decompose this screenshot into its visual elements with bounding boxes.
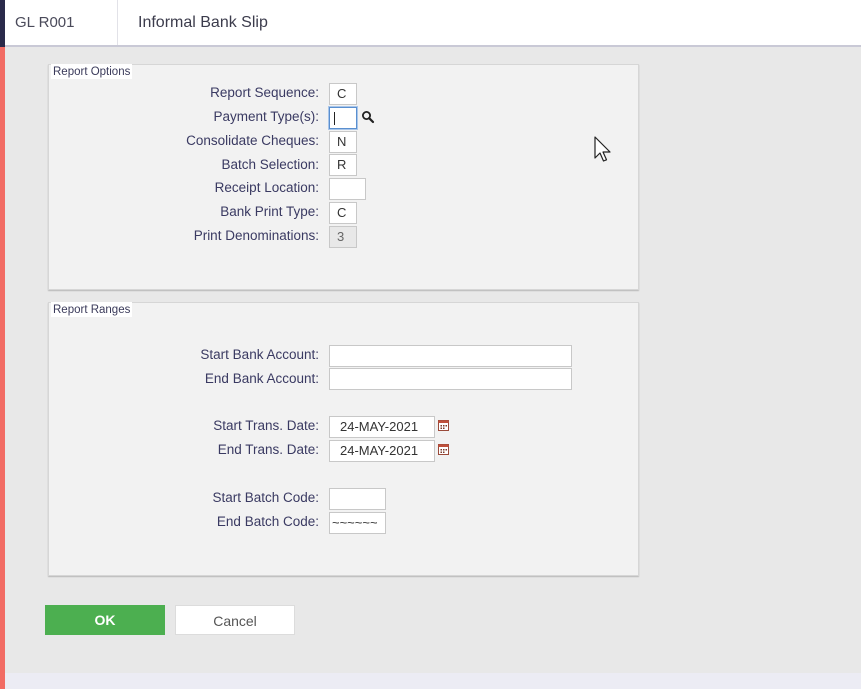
start-bank-account-field[interactable] — [329, 345, 572, 367]
report-options-title: Report Options — [51, 64, 133, 79]
calendar-icon[interactable] — [438, 420, 449, 431]
text-caret — [334, 112, 335, 125]
header-bar: GL R001 Informal Bank Slip — [5, 0, 861, 47]
ok-button[interactable]: OK — [45, 605, 165, 635]
left-accent-bar — [0, 0, 5, 689]
report-ranges-panel: Report Ranges Start Bank Account: End Ba… — [48, 302, 639, 576]
report-sequence-label: Report Sequence: — [210, 85, 319, 100]
end-bank-account-label: End Bank Account: — [204, 371, 319, 386]
batch-selection-label: Batch Selection: — [221, 157, 319, 172]
consolidate-cheques-label: Consolidate Cheques: — [186, 133, 319, 148]
consolidate-cheques-field[interactable]: N — [329, 131, 357, 153]
print-denominations-label: Print Denominations: — [193, 228, 319, 243]
bank-print-type-label: Bank Print Type: — [220, 204, 319, 219]
batch-selection-field[interactable]: R — [329, 154, 357, 176]
end-batch-code-label: End Batch Code: — [216, 514, 319, 529]
mouse-pointer-icon — [594, 136, 611, 162]
start-batch-code-label: Start Batch Code: — [212, 490, 319, 505]
end-trans-date-label: End Trans. Date: — [217, 442, 319, 457]
end-trans-date-field[interactable]: 24-MAY-2021 — [329, 440, 435, 462]
start-bank-account-label: Start Bank Account: — [200, 347, 319, 362]
end-batch-code-field[interactable]: ~~~~~~ — [329, 512, 386, 534]
bottom-strip — [5, 673, 861, 689]
page-title: Informal Bank Slip — [138, 14, 268, 31]
report-sequence-field[interactable]: C — [329, 83, 357, 105]
report-options-panel: Report Options Report Sequence: C Paymen… — [48, 64, 639, 290]
bank-print-type-field[interactable]: C — [329, 202, 357, 224]
report-ranges-title: Report Ranges — [51, 302, 133, 317]
start-trans-date-field[interactable]: 24-MAY-2021 — [329, 416, 435, 438]
end-bank-account-field[interactable] — [329, 368, 572, 390]
payment-types-label: Payment Type(s): — [213, 109, 319, 124]
calendar-icon[interactable] — [438, 444, 449, 455]
payment-types-field[interactable] — [329, 107, 357, 129]
start-trans-date-label: Start Trans. Date: — [213, 418, 319, 433]
receipt-location-field[interactable] — [329, 178, 366, 200]
cancel-button[interactable]: Cancel — [175, 605, 295, 635]
start-batch-code-field[interactable] — [329, 488, 386, 510]
magnifier-icon[interactable] — [361, 110, 375, 124]
receipt-location-label: Receipt Location: — [214, 180, 319, 195]
program-code: GL R001 — [5, 0, 118, 45]
print-denominations-field: 3 — [329, 226, 357, 248]
